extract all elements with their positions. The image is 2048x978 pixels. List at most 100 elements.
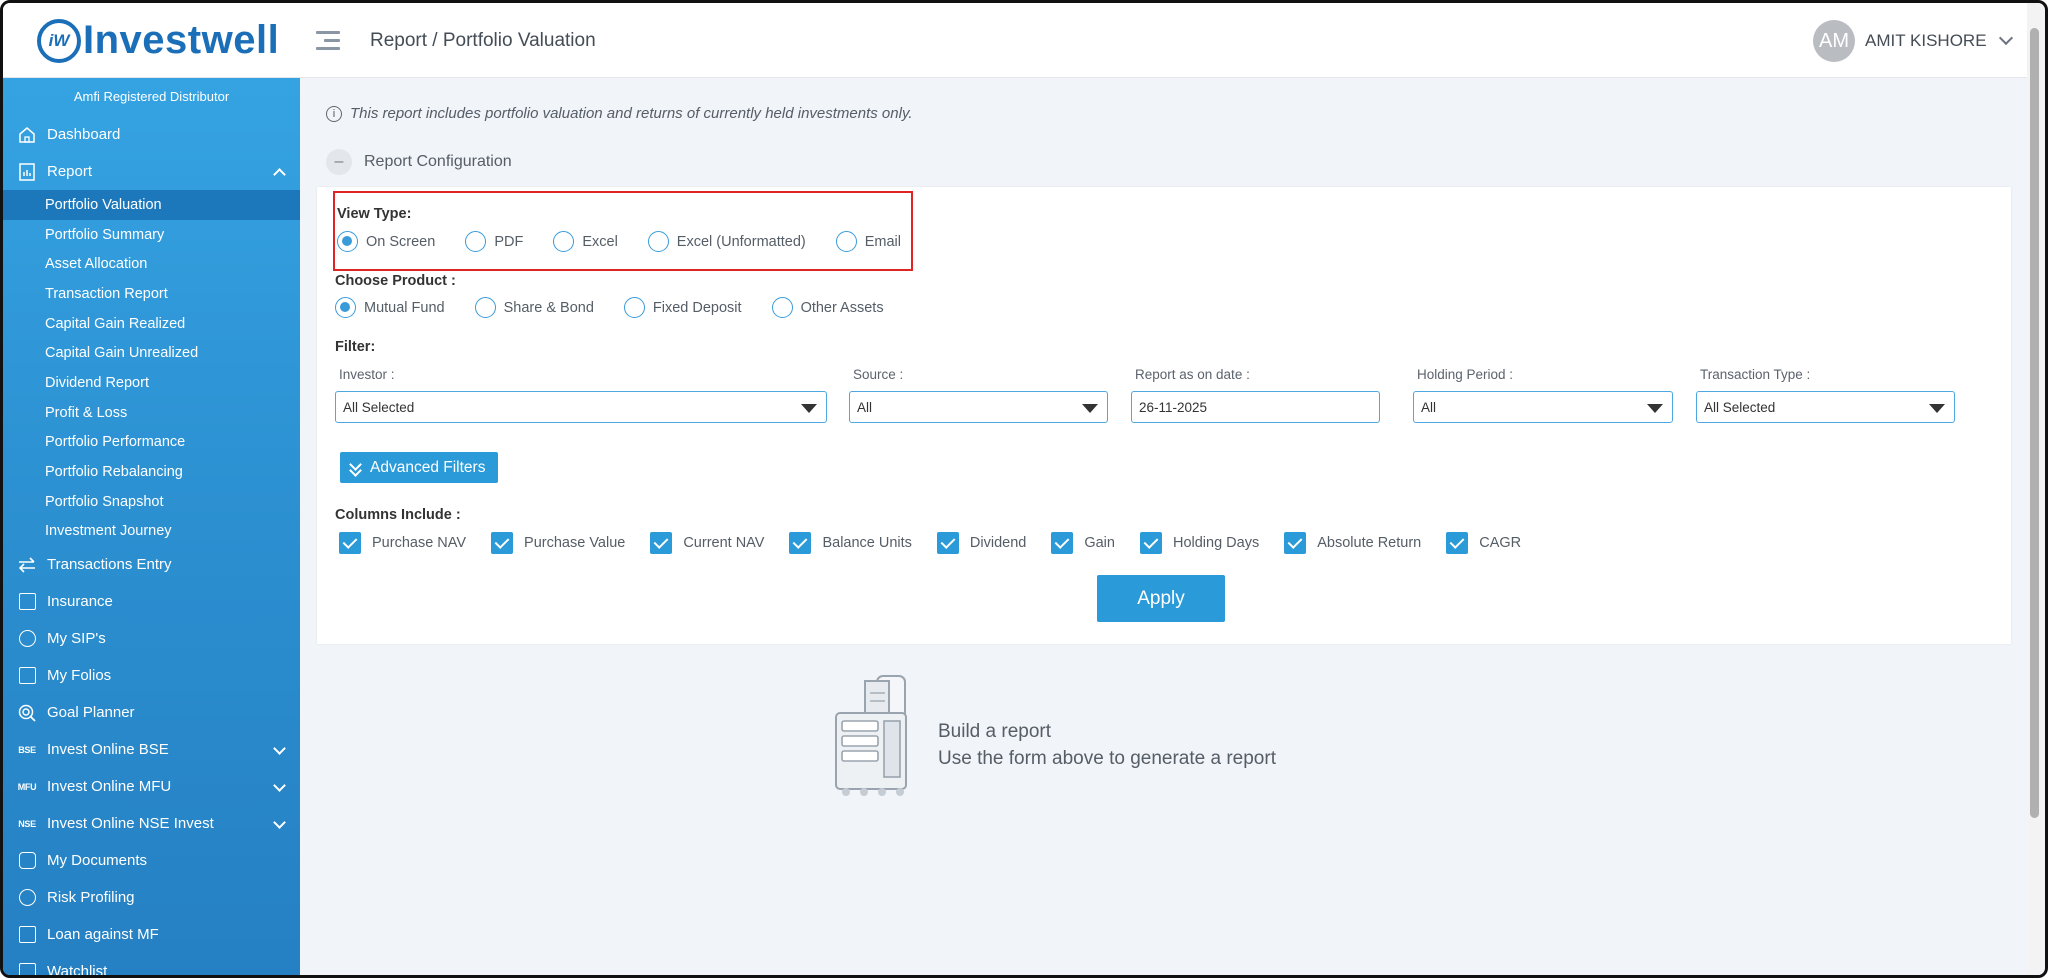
radio-icon	[474, 297, 496, 318]
sidebar-item-label: Invest Online NSE Invest	[47, 815, 214, 833]
nse-icon: NSE	[18, 818, 36, 829]
sip-icon	[17, 629, 37, 649]
sidebar-item-report[interactable]: Report	[3, 153, 300, 190]
info-notice: i This report includes portfolio valuati…	[326, 105, 913, 122]
columns-group: Purchase NAV Purchase Value Current NAV …	[339, 532, 1546, 554]
sidebar-subitem-portfolio-rebalancing[interactable]: Portfolio Rebalancing	[3, 457, 300, 487]
sidebar-subitem-portfolio-summary[interactable]: Portfolio Summary	[3, 220, 300, 250]
checkbox-checked-icon	[491, 532, 514, 554]
checkbox-cagr[interactable]: CAGR	[1446, 532, 1521, 554]
radio-on-screen[interactable]: On Screen	[337, 231, 435, 252]
sidebar-subitem-profit-loss[interactable]: Profit & Loss	[3, 398, 300, 428]
checkbox-current-nav[interactable]: Current NAV	[650, 532, 764, 554]
checkbox-label: Gain	[1084, 535, 1115, 551]
checkbox-label: Purchase Value	[524, 535, 626, 551]
checkbox-checked-icon	[1446, 532, 1469, 554]
dropdown-arrow-icon	[1929, 404, 1945, 413]
logo[interactable]: iW Investwell	[37, 18, 279, 63]
sidebar-item-invest-mfu[interactable]: MFU Invest Online MFU	[3, 768, 300, 805]
sidebar-item-watchlist[interactable]: Watchlist	[3, 953, 300, 978]
report-date-label: Report as on date :	[1135, 367, 1250, 382]
transaction-type-value: All Selected	[1704, 399, 1776, 415]
checkbox-holding-days[interactable]: Holding Days	[1139, 532, 1260, 554]
advanced-filters-label: Advanced Filters	[370, 458, 486, 476]
checkbox-dividend[interactable]: Dividend	[936, 532, 1026, 554]
scrollbar-thumb[interactable]	[2030, 28, 2039, 818]
sidebar-item-invest-nse[interactable]: NSE Invest Online NSE Invest	[3, 805, 300, 842]
sidebar-item-my-documents[interactable]: My Documents	[3, 842, 300, 879]
sidebar-subitem-portfolio-snapshot[interactable]: Portfolio Snapshot	[3, 487, 300, 517]
sidebar-subitem-dividend-report[interactable]: Dividend Report	[3, 368, 300, 398]
sidebar-item-loan-against-mf[interactable]: Loan against MF	[3, 916, 300, 953]
sidebar-subitem-portfolio-performance[interactable]: Portfolio Performance	[3, 428, 300, 458]
radio-fixed-deposit[interactable]: Fixed Deposit	[623, 297, 742, 318]
sidebar-subitem-portfolio-valuation[interactable]: Portfolio Valuation	[3, 190, 300, 220]
holding-period-select[interactable]: All	[1413, 391, 1673, 423]
view-type-group: On Screen PDF Excel Excel (Unformatted) …	[337, 231, 931, 252]
investor-select[interactable]: All Selected	[335, 391, 827, 423]
sidebar-item-invest-bse[interactable]: BSE Invest Online BSE	[3, 731, 300, 768]
chevron-up-icon	[273, 168, 286, 181]
menu-toggle-icon[interactable]	[316, 31, 340, 53]
sidebar-item-label: Transactions Entry	[47, 556, 172, 574]
sidebar-item-my-sips[interactable]: My SIP's	[3, 620, 300, 657]
transaction-type-select[interactable]: All Selected	[1696, 391, 1955, 423]
checkbox-checked-icon	[1051, 532, 1074, 554]
page-scrollbar[interactable]	[2027, 3, 2042, 975]
sidebar-item-label: Report	[47, 163, 93, 180]
advanced-filters-button[interactable]: Advanced Filters	[340, 452, 498, 483]
sidebar-item-my-folios[interactable]: My Folios	[3, 657, 300, 694]
radio-email[interactable]: Email	[835, 231, 901, 252]
checkbox-label: Absolute Return	[1317, 535, 1422, 551]
checkbox-purchase-nav[interactable]: Purchase NAV	[339, 532, 466, 554]
chevron-down-icon	[273, 779, 286, 793]
radio-label: Mutual Fund	[364, 299, 445, 316]
radio-pdf[interactable]: PDF	[465, 231, 523, 252]
radio-excel[interactable]: Excel	[553, 231, 618, 252]
checkbox-purchase-value[interactable]: Purchase Value	[491, 532, 625, 554]
checkbox-checked-icon	[1284, 532, 1307, 554]
choose-product-label: Choose Product :	[335, 273, 456, 289]
hand-money-icon	[17, 925, 37, 945]
report-date-input[interactable]: 26-11-2025	[1131, 391, 1380, 423]
radio-selected-icon	[337, 231, 358, 252]
sidebar-item-transactions-entry[interactable]: Transactions Entry	[3, 546, 300, 583]
radio-label: Fixed Deposit	[652, 299, 742, 316]
report-date-value: 26-11-2025	[1139, 399, 1208, 415]
sidebar-item-dashboard[interactable]: Dashboard	[3, 116, 300, 153]
report-config-toggle[interactable]: – Report Configuration	[326, 149, 512, 175]
user-menu[interactable]: AM AMIT KISHORE	[1813, 20, 2013, 62]
sidebar-item-label: Watchlist	[47, 963, 108, 978]
sidebar-item-label: Loan against MF	[47, 926, 159, 944]
sidebar-item-label: Goal Planner	[47, 704, 135, 722]
sidebar-item-risk-profiling[interactable]: Risk Profiling	[3, 879, 300, 916]
checkbox-gain[interactable]: Gain	[1051, 532, 1115, 554]
top-header: iW Investwell Report / Portfolio Valuati…	[3, 3, 2033, 78]
checkbox-label: Holding Days	[1172, 535, 1260, 551]
radio-excel-unformatted[interactable]: Excel (Unformatted)	[647, 231, 806, 252]
checkbox-checked-icon	[789, 532, 812, 554]
source-select[interactable]: All	[849, 391, 1108, 423]
checkbox-label: Purchase NAV	[372, 535, 467, 551]
empty-state-text: Build a report Use the form above to gen…	[938, 718, 1276, 772]
sidebar-item-insurance[interactable]: Insurance	[3, 583, 300, 620]
checkbox-balance-units[interactable]: Balance Units	[789, 532, 912, 554]
source-label: Source :	[853, 367, 904, 382]
chevron-down-icon	[273, 816, 286, 830]
radio-mutual-fund[interactable]: Mutual Fund	[335, 297, 445, 318]
radio-other-assets[interactable]: Other Assets	[771, 297, 884, 318]
bse-icon: BSE	[18, 744, 36, 755]
sidebar-subitem-capital-gain-realized[interactable]: Capital Gain Realized	[3, 309, 300, 339]
sidebar-item-label: Invest Online BSE	[47, 741, 169, 759]
sidebar-subitem-capital-gain-unrealized[interactable]: Capital Gain Unrealized	[3, 338, 300, 368]
apply-button[interactable]: Apply	[1097, 575, 1225, 622]
sidebar-subitem-transaction-report[interactable]: Transaction Report	[3, 279, 300, 309]
view-type-label: View Type:	[337, 206, 412, 222]
checkbox-absolute-return[interactable]: Absolute Return	[1284, 532, 1421, 554]
sidebar-subitem-asset-allocation[interactable]: Asset Allocation	[3, 249, 300, 279]
sidebar-subitem-investment-journey[interactable]: Investment Journey	[3, 517, 300, 547]
swap-arrows-icon	[17, 555, 37, 575]
logo-mark-icon: iW	[37, 18, 81, 63]
radio-share-bond[interactable]: Share & Bond	[474, 297, 594, 318]
sidebar-item-goal-planner[interactable]: Goal Planner	[3, 694, 300, 731]
